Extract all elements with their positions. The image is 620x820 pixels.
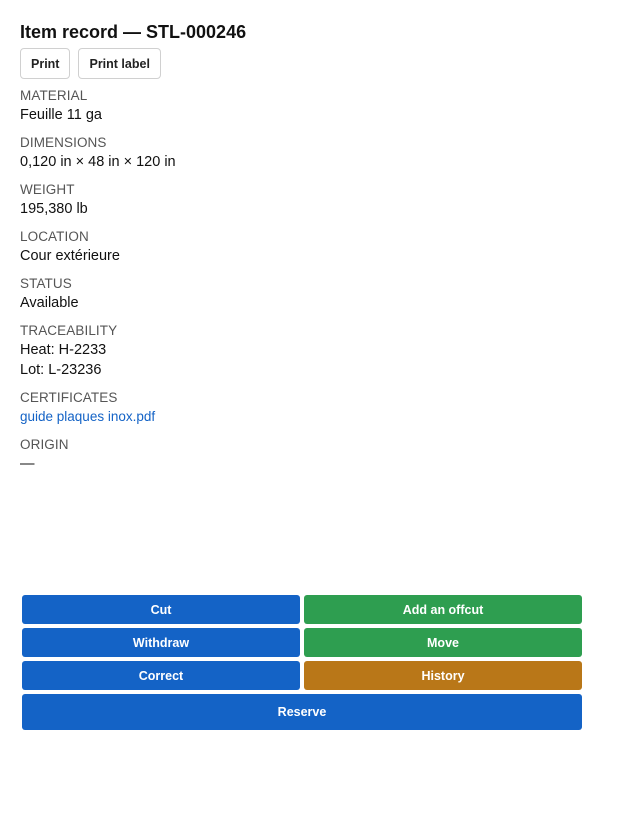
field-value-lot: Lot: L-23236 xyxy=(20,362,102,378)
cut-button[interactable]: Cut xyxy=(22,595,300,624)
field-status: STATUS Available xyxy=(20,275,600,313)
action-buttons: Cut Add an offcut Withdraw Move Correct … xyxy=(22,595,582,730)
field-label-status: STATUS xyxy=(20,276,72,291)
field-label-weight: WEIGHT xyxy=(20,182,75,197)
field-label-material: MATERIAL xyxy=(20,88,88,103)
field-value-location: Cour extérieure xyxy=(20,248,120,264)
history-button[interactable]: History xyxy=(304,661,582,690)
field-label-traceability: TRACEABILITY xyxy=(20,323,118,338)
field-value-dimensions: 0,120 in × 48 in × 120 in xyxy=(20,154,176,170)
field-label-location: LOCATION xyxy=(20,229,89,244)
print-toolbar: Print Print label xyxy=(20,48,600,79)
field-material: MATERIAL Feuille 11 ga xyxy=(20,87,600,125)
field-value-heat: Heat: H-2233 xyxy=(20,342,107,358)
field-value-weight: 195,380 lb xyxy=(20,201,88,217)
item-record-page: Item record — STL-000246 Print Print lab… xyxy=(20,20,600,483)
page-title: Item record — STL-000246 xyxy=(20,22,247,42)
print-label-button[interactable]: Print label xyxy=(78,48,161,79)
field-certificates: CERTIFICATES guide plaques inox.pdf xyxy=(20,389,600,427)
field-value-origin: — xyxy=(20,456,35,472)
item-fields: MATERIAL Feuille 11 ga DIMENSIONS 0,120 … xyxy=(20,87,600,474)
withdraw-button[interactable]: Withdraw xyxy=(22,628,300,657)
move-button[interactable]: Move xyxy=(304,628,582,657)
field-value-material: Feuille 11 ga xyxy=(20,107,102,123)
field-weight: WEIGHT 195,380 lb xyxy=(20,181,600,219)
field-label-origin: ORIGIN xyxy=(20,437,69,452)
add-offcut-button[interactable]: Add an offcut xyxy=(304,595,582,624)
reserve-button[interactable]: Reserve xyxy=(22,694,582,730)
field-value-status: Available xyxy=(20,295,79,311)
certificate-link[interactable]: guide plaques inox.pdf xyxy=(20,409,155,424)
print-button[interactable]: Print xyxy=(20,48,71,79)
field-label-dimensions: DIMENSIONS xyxy=(20,135,107,150)
field-origin: ORIGIN — xyxy=(20,436,600,474)
field-dimensions: DIMENSIONS 0,120 in × 48 in × 120 in xyxy=(20,134,600,172)
field-traceability: TRACEABILITY Heat: H-2233 Lot: L-23236 xyxy=(20,322,600,380)
correct-button[interactable]: Correct xyxy=(22,661,300,690)
field-label-certificates: CERTIFICATES xyxy=(20,390,118,405)
field-location: LOCATION Cour extérieure xyxy=(20,228,600,266)
